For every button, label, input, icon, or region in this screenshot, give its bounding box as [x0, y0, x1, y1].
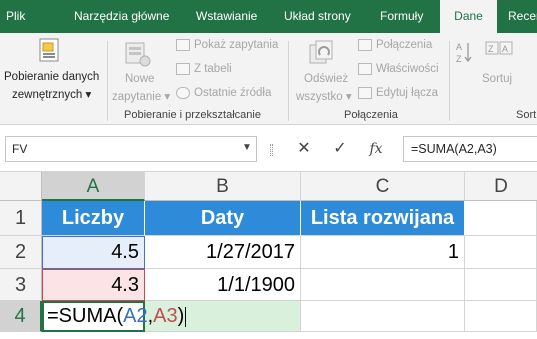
refresh-all-button[interactable]: Odśwież wszystko ▾ — [292, 33, 354, 109]
text-cursor — [185, 306, 187, 327]
formula-ref-a3: A3 — [153, 305, 178, 327]
sort-button[interactable]: Z A Sortuj — [480, 33, 520, 109]
ribbon: Pobieranie danych zewnętrznych ▾ Nowe za… — [0, 33, 537, 125]
new-query-label-2: zapytanie ▾ — [112, 91, 171, 103]
svg-text:Z: Z — [488, 44, 494, 54]
row-header-4[interactable]: 4 — [0, 301, 42, 332]
show-queries-icon — [176, 39, 190, 51]
ribbon-separator — [288, 41, 289, 121]
ribbon-separator — [449, 41, 450, 121]
column-header-c[interactable]: C — [301, 172, 465, 201]
cell-c1[interactable]: Lista rozwijana — [301, 201, 465, 236]
name-box[interactable]: FV — [5, 136, 257, 162]
tab-home[interactable]: Narzędzia główne — [74, 0, 169, 33]
edit-links-label: Edytuj łącza — [376, 87, 439, 99]
formula-input[interactable]: =SUMA(A2,A3) — [403, 136, 537, 162]
enter-icon[interactable]: ✓ — [328, 138, 352, 160]
drag-handle-icon[interactable] — [270, 144, 273, 156]
links-icon — [358, 87, 372, 99]
database-icon — [39, 38, 59, 62]
cancel-icon[interactable]: ✕ — [292, 138, 316, 160]
connections-label: Połączenia — [376, 39, 433, 51]
tab-insert[interactable]: Wstawianie — [196, 0, 257, 33]
connections-icon — [358, 39, 372, 51]
sort-icon: Z A — [485, 41, 513, 55]
tab-file[interactable]: Plik — [6, 0, 25, 33]
cell-b1[interactable]: Daty — [145, 201, 301, 236]
cell-a4-editor[interactable]: =SUMA(A2,A3) — [42, 301, 187, 332]
refresh-icon — [309, 40, 333, 64]
insert-function-icon[interactable]: fx — [364, 138, 388, 160]
formula-ref-a2: A2 — [123, 305, 148, 327]
properties-icon — [358, 63, 372, 75]
ribbon-separator — [107, 41, 108, 121]
tab-formulas[interactable]: Formuły — [380, 0, 423, 33]
recent-sources-label: Ostatnie źródła — [194, 87, 272, 99]
row-header-3[interactable]: 3 — [0, 269, 42, 301]
tab-review[interactable]: Recen — [508, 0, 537, 33]
refresh-all-label-2: wszystko ▾ — [296, 91, 352, 103]
show-queries-label: Pokaż zapytania — [194, 39, 279, 51]
new-query-icon — [125, 42, 151, 67]
group-connections: Połączenia — [344, 109, 398, 121]
formula-suffix: ) — [177, 305, 185, 327]
tab-page-layout[interactable]: Układ strony — [284, 0, 351, 33]
cell-c4[interactable] — [301, 301, 465, 332]
column-header-a[interactable]: A — [42, 172, 145, 201]
cell-c3[interactable] — [301, 269, 465, 301]
cell-d1[interactable] — [465, 201, 537, 236]
svg-text:A: A — [456, 42, 462, 52]
cell-a2[interactable]: 4.5 — [42, 236, 145, 269]
svg-text:Z: Z — [456, 54, 462, 64]
new-query-button[interactable]: Nowe zapytanie ▾ — [112, 33, 170, 109]
group-get-transform: Pobieranie i przekształcanie — [124, 109, 261, 121]
tab-data[interactable]: Dane — [440, 0, 497, 33]
get-data-label-2: zewnętrznych ▾ — [12, 89, 92, 101]
sort-az-icon: A Z — [456, 42, 472, 64]
cell-d2[interactable] — [465, 236, 537, 269]
row-header-2[interactable]: 2 — [0, 236, 42, 269]
cell-b3[interactable]: 1/1/1900 — [145, 269, 301, 301]
select-all-corner[interactable] — [0, 172, 42, 201]
cell-a3[interactable]: 4.3 — [42, 269, 145, 301]
column-header-b[interactable]: B — [145, 172, 301, 201]
svg-text:A: A — [502, 44, 508, 54]
formula-bar: FV ▼ ✕ ✓ fx =SUMA(A2,A3) — [0, 126, 537, 172]
column-header-d[interactable]: D — [465, 172, 537, 201]
clock-icon — [176, 87, 190, 99]
from-table-label: Z tabeli — [194, 63, 232, 75]
properties-label: Właściwości — [376, 63, 439, 75]
refresh-all-label-1: Odśwież — [304, 73, 349, 85]
sort-az-button[interactable]: A Z — [454, 39, 474, 67]
group-sort-filter: Sort — [516, 109, 537, 121]
cell-c2[interactable]: 1 — [301, 236, 465, 269]
row-header-1[interactable]: 1 — [0, 201, 42, 236]
worksheet-grid: A B C D 1 2 3 4 Liczby Daty Lista rozwij… — [0, 172, 537, 339]
cell-d4[interactable] — [465, 301, 537, 332]
sort-label: Sortuj — [482, 73, 513, 85]
get-data-label-1: Pobieranie danych — [4, 71, 100, 83]
name-box-dropdown-icon[interactable]: ▼ — [237, 136, 257, 162]
cell-d3[interactable] — [465, 269, 537, 301]
new-query-label-1: Nowe — [125, 73, 155, 85]
cell-a1[interactable]: Liczby — [42, 201, 145, 236]
ribbon-tab-bar: Plik Narzędzia główne Wstawianie Układ s… — [0, 0, 537, 33]
get-external-data-button[interactable]: Pobieranie danych zewnętrznych ▾ — [0, 33, 104, 109]
table-icon — [176, 63, 190, 75]
formula-prefix: =SUMA( — [47, 305, 124, 327]
cell-b2[interactable]: 1/27/2017 — [145, 236, 301, 269]
